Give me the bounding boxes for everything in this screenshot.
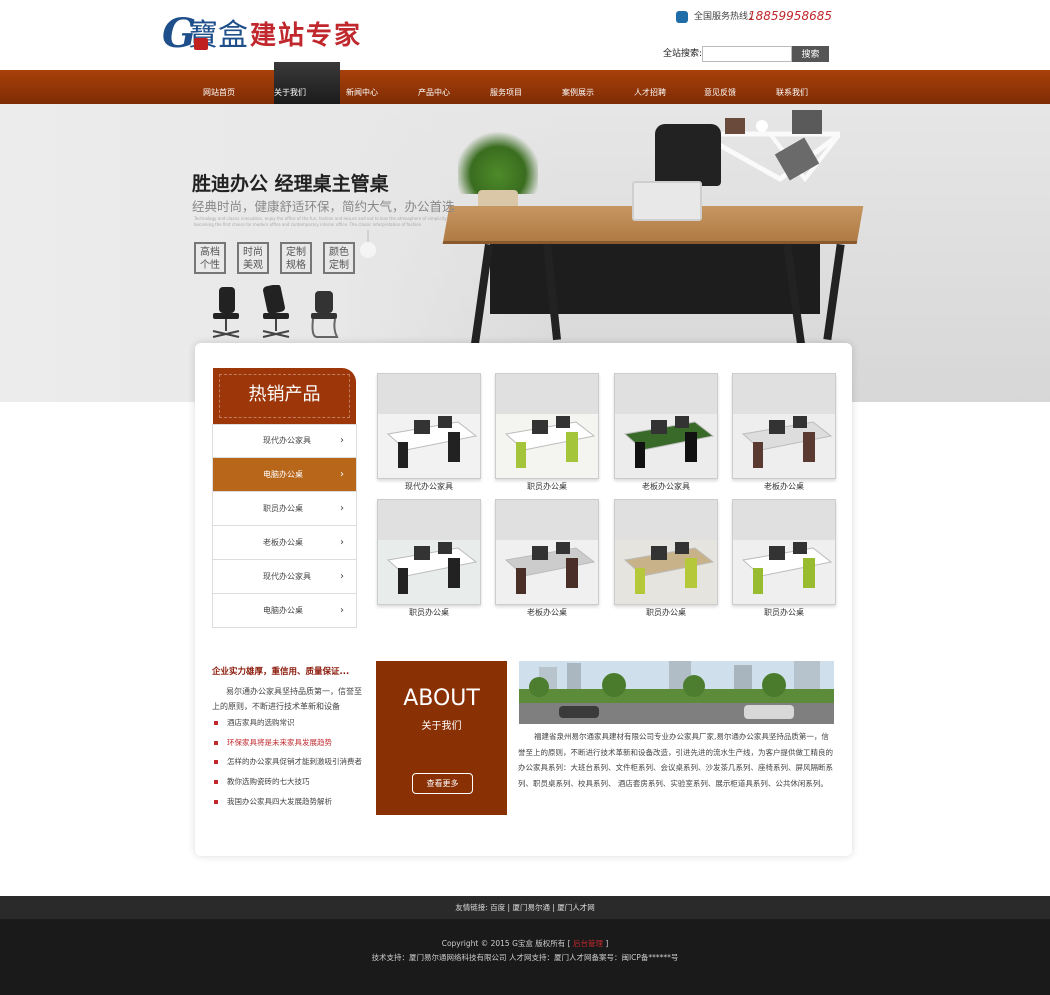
news-list-item[interactable]: 环保家具将是未来家具发展趋势 bbox=[214, 737, 332, 749]
product-image[interactable] bbox=[378, 500, 481, 605]
nav-item[interactable]: 意见反馈 bbox=[684, 70, 756, 104]
about-text: 福建省泉州易尔通家具建材有限公司专业办公家具厂家,易尔通办公家具坚持品质第一，信… bbox=[518, 732, 833, 788]
nav-item[interactable]: 服务项目 bbox=[470, 70, 542, 104]
chevron-right-icon: › bbox=[340, 605, 344, 616]
footer-copyright: Copyright © 2015 G宝盒 版权所有 [ 后台管理 ] bbox=[0, 938, 1050, 950]
product-caption[interactable]: 老板办公家具 bbox=[614, 481, 718, 493]
news-list-item[interactable]: 教你选购瓷砖的七大技巧 bbox=[214, 776, 310, 788]
view-more-button[interactable]: 查看更多 bbox=[412, 773, 473, 794]
chair-icon bbox=[212, 287, 240, 338]
plant-icon bbox=[458, 128, 538, 194]
admin-link[interactable]: 后台管理 bbox=[573, 939, 603, 948]
news-heading[interactable]: 企业实力雄厚，重信用、质量保证... bbox=[212, 666, 349, 678]
chevron-right-icon: › bbox=[340, 435, 344, 446]
hot-product-item[interactable]: 现代办公家具 › bbox=[213, 424, 356, 458]
nav-item[interactable]: 产品中心 bbox=[398, 70, 470, 104]
hot-product-label: 职员办公桌 bbox=[263, 504, 303, 513]
product-caption[interactable]: 职员办公桌 bbox=[377, 607, 481, 619]
chair-icon bbox=[262, 285, 290, 338]
hot-product-label: 现代办公家具 bbox=[263, 436, 311, 445]
city-photo bbox=[519, 661, 834, 724]
news-intro: 易尔通办公家具坚持品质第一，信誉至上的原则，不断进行技术革新和设备 bbox=[212, 687, 362, 711]
hot-product-item[interactable]: 职员办公桌 › bbox=[213, 492, 356, 526]
nav-item[interactable]: 案例展示 bbox=[542, 70, 614, 104]
banner-subtitle: 经典时尚，健康舒适环保，简约大气，办公首选 bbox=[192, 199, 455, 214]
news-list-item[interactable]: 酒店家具的选购常识 bbox=[214, 717, 295, 729]
search-button[interactable]: 搜索 bbox=[792, 46, 829, 62]
chevron-right-icon: › bbox=[340, 469, 344, 480]
feature-badge: 时尚 美观 bbox=[237, 242, 269, 274]
hot-products-title: 热销产品 bbox=[248, 384, 321, 405]
feature-badge: 高档 个性 bbox=[194, 242, 226, 274]
hot-product-label: 老板办公桌 bbox=[263, 538, 303, 547]
product-image[interactable] bbox=[615, 374, 718, 479]
product-caption[interactable]: 老板办公桌 bbox=[732, 481, 836, 493]
search-label: 全站搜索: bbox=[663, 49, 703, 59]
product-card[interactable] bbox=[614, 373, 718, 479]
hot-product-item[interactable]: 老板办公桌 › bbox=[213, 526, 356, 560]
logo-slogan[interactable]: 建站专家 bbox=[250, 20, 362, 52]
about-title: ABOUT bbox=[403, 686, 480, 711]
hotline-number: 18859958685 bbox=[748, 9, 832, 23]
banner-title: 胜迪办公 经理桌主管桌 bbox=[192, 173, 389, 195]
nav-item[interactable]: 新闻中心 bbox=[326, 70, 398, 104]
hot-product-label: 电脑办公桌 bbox=[263, 606, 303, 615]
product-caption[interactable]: 职员办公桌 bbox=[732, 607, 836, 619]
nav-item[interactable]: 联系我们 bbox=[756, 70, 828, 104]
product-card[interactable] bbox=[377, 499, 481, 605]
product-image[interactable] bbox=[733, 374, 836, 479]
hot-product-label: 现代办公家具 bbox=[263, 572, 311, 581]
phone-icon bbox=[676, 11, 688, 23]
product-card[interactable] bbox=[495, 499, 599, 605]
product-image[interactable] bbox=[378, 374, 481, 479]
product-image[interactable] bbox=[496, 374, 599, 479]
search-input[interactable] bbox=[702, 46, 792, 62]
product-caption[interactable]: 职员办公桌 bbox=[614, 607, 718, 619]
nav-item[interactable]: 人才招聘 bbox=[614, 70, 686, 104]
footer-links[interactable]: 友情链接: 百度 | 厦门易尔通 | 厦门人才网 bbox=[0, 896, 1050, 919]
hot-product-label: 电脑办公桌 bbox=[263, 470, 303, 479]
chevron-right-icon: › bbox=[340, 503, 344, 514]
news-list-item[interactable]: 怎样的办公家具促销才能刺激吸引消费者 bbox=[214, 756, 362, 768]
banner-small-text: Technology and classic innovation, enjoy… bbox=[194, 216, 449, 227]
wall-shelf-icon bbox=[700, 110, 840, 183]
hot-product-item[interactable]: 电脑办公桌 › bbox=[213, 594, 356, 628]
product-caption[interactable]: 老板办公桌 bbox=[495, 607, 599, 619]
product-image[interactable] bbox=[615, 500, 718, 605]
product-card[interactable] bbox=[495, 373, 599, 479]
feature-badge: 颜色 定制 bbox=[323, 242, 355, 274]
news-list-item[interactable]: 我国办公家具四大发展趋势解析 bbox=[214, 796, 332, 808]
feature-badge: 定制 规格 bbox=[280, 242, 312, 274]
product-card[interactable] bbox=[732, 373, 836, 479]
product-card[interactable] bbox=[732, 499, 836, 605]
copyright-suffix: ] bbox=[602, 939, 609, 948]
hot-product-item[interactable]: 现代办公家具 › bbox=[213, 560, 356, 594]
lamp-icon bbox=[360, 230, 376, 258]
nav-item[interactable]: 关于我们 bbox=[254, 70, 326, 104]
product-image[interactable] bbox=[733, 500, 836, 605]
chair-icon bbox=[311, 291, 339, 338]
product-image[interactable] bbox=[496, 500, 599, 605]
copyright-prefix: Copyright © 2015 G宝盒 版权所有 [ bbox=[441, 939, 573, 948]
product-card[interactable] bbox=[614, 499, 718, 605]
desk-panel bbox=[490, 244, 820, 314]
product-card[interactable] bbox=[377, 373, 481, 479]
laptop-icon bbox=[632, 181, 702, 221]
hot-product-item[interactable]: 电脑办公桌 › bbox=[213, 458, 356, 492]
chevron-right-icon: › bbox=[340, 537, 344, 548]
footer-tech-support: 技术支持：厦门易尔通网络科技有限公司 人才网支持：厦门人才网备案号：闽ICP备*… bbox=[371, 953, 679, 962]
chevron-right-icon: › bbox=[340, 571, 344, 582]
product-caption[interactable]: 职员办公桌 bbox=[495, 481, 599, 493]
office-chair-back bbox=[655, 124, 721, 186]
about-subtitle: 关于我们 bbox=[421, 721, 462, 732]
logo-stamp-icon bbox=[194, 38, 208, 50]
nav-item[interactable]: 网站首页 bbox=[183, 70, 255, 104]
product-caption[interactable]: 现代办公家具 bbox=[377, 481, 481, 493]
